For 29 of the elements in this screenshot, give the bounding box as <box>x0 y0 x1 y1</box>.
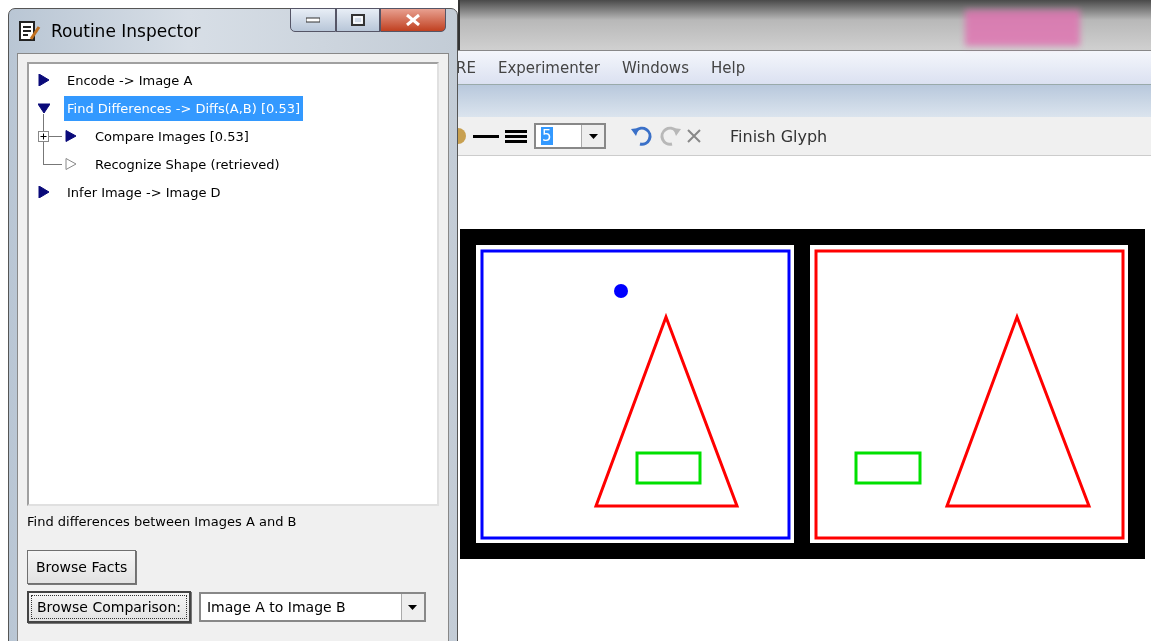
minimize-button[interactable] <box>290 8 336 32</box>
tree-item[interactable]: Encode -> Image A <box>64 67 196 93</box>
browse-facts-button[interactable]: Browse Facts <box>27 550 137 584</box>
undo-icon[interactable] <box>630 125 654 147</box>
tree-item[interactable]: Recognize Shape (retrieved) <box>92 151 283 177</box>
menu-item[interactable]: Experimenter <box>486 58 611 77</box>
description-text: Find differences between Images A and B <box>27 514 298 529</box>
tree-item[interactable]: Infer Image -> Image D <box>64 179 224 205</box>
window-title: Routine Inspector <box>51 21 201 41</box>
expanded-triangle-icon[interactable] <box>38 102 50 114</box>
collapsed-triangle-icon[interactable] <box>38 186 50 198</box>
close-icon <box>405 14 421 26</box>
tree-item[interactable]: Compare Images [0.53] <box>92 123 252 149</box>
menu-item[interactable]: Help <box>699 58 757 77</box>
caret-icon <box>588 133 598 139</box>
hollow-triangle-icon[interactable] <box>65 158 77 170</box>
maximize-button[interactable] <box>336 8 380 32</box>
menu-item[interactable]: Windows <box>611 58 700 77</box>
plus-box-icon[interactable] <box>38 131 49 142</box>
collapsed-triangle-icon[interactable] <box>38 74 50 86</box>
close-button[interactable] <box>380 8 446 32</box>
app-icon <box>17 19 41 43</box>
finish-glyph-button[interactable]: Finish Glyph <box>730 126 828 146</box>
maximize-icon <box>351 14 365 26</box>
browse-comparison-button[interactable]: Browse Comparison: <box>27 591 191 623</box>
minimize-icon <box>306 17 320 23</box>
comparison-select[interactable]: Image A to Image B <box>198 592 426 622</box>
collapsed-triangle-icon[interactable] <box>65 130 77 142</box>
caret-icon <box>408 604 418 610</box>
